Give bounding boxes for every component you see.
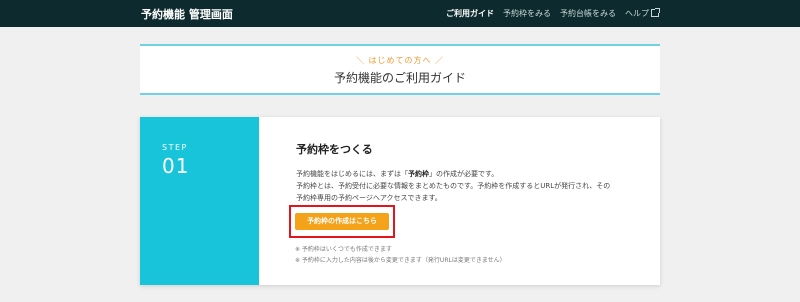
nav-help-label: ヘルプ bbox=[625, 9, 649, 18]
note-1: ※ 予約枠はいくつでも作成できます bbox=[295, 246, 392, 253]
step-number: 01 bbox=[162, 154, 190, 178]
main-nav: ご利用ガイド 予約枠をみる 予約台帳をみる ヘルプ bbox=[446, 8, 660, 19]
desc-line-1-bold: 予約枠 bbox=[408, 170, 429, 178]
desc-line-2: 予約枠とは、予約受付に必要な情報をまとめたものです。予約枠を作成するとURLが発… bbox=[296, 182, 611, 190]
step-label: STEP bbox=[162, 143, 188, 152]
guide-title-band: ＼ はじめての方へ ／ 予約機能のご利用ガイド bbox=[140, 46, 660, 93]
desc-line-1-pre: 予約機能をはじめるには、まずは「 bbox=[296, 170, 408, 178]
step-notes: ※ 予約枠はいくつでも作成できます ※ 予約枠に入力した内容は後から変更できます… bbox=[295, 244, 506, 266]
create-slot-button[interactable]: 予約枠の作成はこちら bbox=[295, 213, 389, 230]
app-brand: 予約機能 管理画面 bbox=[141, 8, 233, 21]
desc-line-3: 予約枠専用の予約ページへアクセスできます。 bbox=[296, 194, 442, 202]
desc-line-1-post: 」の作成が必要です。 bbox=[429, 170, 499, 178]
nav-ledger[interactable]: 予約台帳をみる bbox=[560, 8, 616, 19]
step-description: 予約機能をはじめるには、まずは「予約枠」の作成が必要です。 予約枠とは、予約受付… bbox=[296, 168, 636, 204]
external-link-icon bbox=[651, 8, 660, 17]
page-title: 予約機能のご利用ガイド bbox=[333, 71, 466, 85]
title-band-bottom-line bbox=[140, 93, 660, 95]
top-bar: 予約機能 管理画面 ご利用ガイド 予約枠をみる 予約台帳をみる ヘルプ bbox=[0, 0, 800, 27]
nav-slots[interactable]: 予約枠をみる bbox=[503, 8, 551, 19]
guide-subtitle: ＼ はじめての方へ ／ bbox=[355, 56, 445, 65]
step-panel: STEP 01 bbox=[140, 117, 259, 285]
step-title: 予約枠をつくる bbox=[296, 143, 373, 156]
nav-help[interactable]: ヘルプ bbox=[625, 8, 660, 19]
nav-guide[interactable]: ご利用ガイド bbox=[446, 8, 494, 19]
note-2: ※ 予約枠に入力した内容は後から変更できます（発行URLは変更できません） bbox=[295, 257, 506, 264]
desc-line-1: 予約機能をはじめるには、まずは「予約枠」の作成が必要です。 bbox=[296, 168, 636, 180]
